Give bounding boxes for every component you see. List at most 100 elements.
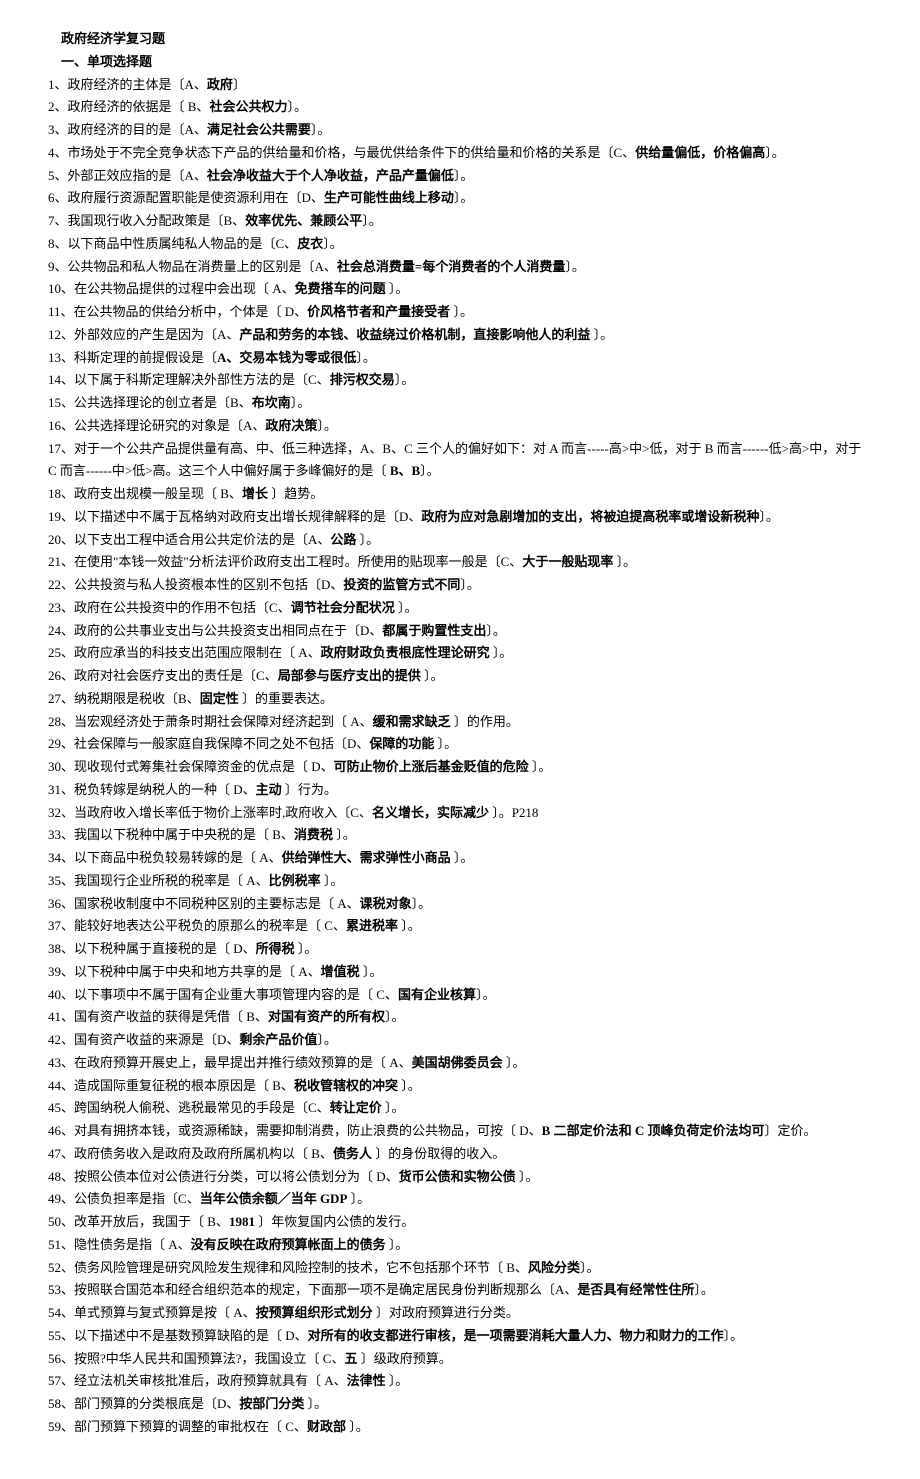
question-posttext: 〕。 <box>490 645 513 660</box>
question-posttext: 〕。 <box>317 418 337 433</box>
question-answer: 公路 <box>330 532 356 547</box>
question-answer: 政府 <box>207 77 233 92</box>
question-pretext: 以下商品中税负较易转嫁的是〔 A、 <box>74 850 282 865</box>
question-pretext: 公债负担率是指〔C、 <box>74 1191 200 1206</box>
question-pretext: 现收现付式筹集社会保障资金的优点是〔 D、 <box>74 759 334 774</box>
question-posttext: 〕。 <box>386 1373 409 1388</box>
question-item: 42、国有资产收益的来源是〔D、剩余产品价值〕。 <box>48 1029 872 1052</box>
question-answer: 社会公共权力 <box>209 99 287 114</box>
question-number: 23、 <box>48 600 74 615</box>
question-pretext: 公共选择理论研究的对象是〔A、 <box>74 418 265 433</box>
question-posttext: 〕。 <box>386 1237 409 1252</box>
question-item: 13、科斯定理的前提假设是〔A、交易本钱为零或很低〕。 <box>48 347 872 370</box>
question-item: 34、以下商品中税负较易转嫁的是〔 A、供给弹性大、需求弹性小商品 〕。 <box>48 847 872 870</box>
question-pretext: 能较好地表达公平税负的原那么的税率是〔 C、 <box>74 918 346 933</box>
question-posttext: 〕。 <box>395 600 418 615</box>
question-posttext: 〕。 <box>317 1032 337 1047</box>
question-pretext: 在公共物品的供给分析中，个体是〔 D、 <box>74 304 308 319</box>
question-number: 43、 <box>48 1055 74 1070</box>
question-answer: 政府为应对急剧增加的支出，将被迫提高税率或增设新税种 <box>421 509 759 524</box>
question-answer: 债务人 <box>333 1146 372 1161</box>
question-number: 22、 <box>48 577 74 592</box>
question-item: 14、以下属于科斯定理解决外部性方法的是〔C、排污权交易〕。 <box>48 369 872 392</box>
question-posttext: 〕。 <box>291 395 311 410</box>
question-number: 56、 <box>48 1351 74 1366</box>
question-number: 21、 <box>48 554 74 569</box>
question-posttext: 〕。 <box>565 259 585 274</box>
question-item: 7、我国现行收入分配政策是〔B、效率优先、兼顾公平〕。 <box>48 210 872 233</box>
question-answer: 是否具有经常性住所 <box>577 1282 694 1297</box>
question-answer: 美国胡佛委员会 <box>412 1055 503 1070</box>
question-item: 18、政府支出规模一般呈现〔 B、增长 〕趋势。 <box>48 483 872 506</box>
question-answer: 社会总消费量=每个消费者的个人消费量 <box>337 259 565 274</box>
question-answer: 满足社会公共需要 <box>207 122 311 137</box>
question-item: 23、政府在公共投资中的作用不包括〔C、调节社会分配状况 〕。 <box>48 597 872 620</box>
question-posttext: 〕。 <box>321 873 344 888</box>
question-number: 31、 <box>48 782 74 797</box>
question-item: 41、国有资产收益的获得是凭借〔 B、对国有资产的所有权〕。 <box>48 1006 872 1029</box>
question-item: 2、政府经济的依据是〔 B、社会公共权力〕。 <box>48 96 872 119</box>
question-answer: 增值税 <box>321 964 360 979</box>
question-answer: 局部参与医疗支出的提供 <box>278 668 421 683</box>
question-posttext: 〕。 <box>454 190 474 205</box>
question-number: 46、 <box>48 1123 74 1138</box>
question-posttext: 〕的作用。 <box>451 714 519 729</box>
question-pretext: 政府经济的主体是〔A、 <box>68 77 207 92</box>
question-posttext: 〕。 <box>590 327 613 342</box>
question-item: 50、改革开放后，我国于〔 B、1981 〕年恢复国内公债的发行。 <box>48 1211 872 1234</box>
question-pretext: 政府对社会医疗支出的责任是〔C、 <box>74 668 278 683</box>
question-item: 45、跨国纳税人偷税、逃税最常见的手段是〔C、转让定价 〕。 <box>48 1097 872 1120</box>
question-answer: 社会净收益大于个人净收益，产品产量偏低 <box>207 168 454 183</box>
question-answer: 都属于购置性支出 <box>382 623 486 638</box>
question-pretext: 政府债务收入是政府及政府所属机构以〔 B、 <box>74 1146 333 1161</box>
question-answer: 五 <box>344 1351 357 1366</box>
question-item: 5、外部正效应指的是〔A、社会净收益大于个人净收益，产品产量偏低〕。 <box>48 165 872 188</box>
question-pretext: 政府履行资源配置职能是使资源利用在〔D、 <box>68 190 324 205</box>
question-number: 51、 <box>48 1237 74 1252</box>
question-pretext: 隐性债务是指〔 A、 <box>74 1237 191 1252</box>
question-answer: 名义增长，实际减少 <box>372 805 489 820</box>
question-answer: 风险分类 <box>528 1260 580 1275</box>
question-number: 47、 <box>48 1146 74 1161</box>
question-answer: 缓和需求缺乏 <box>373 714 451 729</box>
question-item: 19、以下描述中不属于瓦格纳对政府支出增长规律解释的是〔D、政府为应对急剧增加的… <box>48 506 872 529</box>
question-posttext: 〕。 <box>295 941 318 956</box>
question-answer: 货币公债和实物公债 <box>399 1169 516 1184</box>
question-pretext: 当政府收入增长率低于物价上涨率时,政府收入〔C、 <box>74 805 372 820</box>
question-posttext: 〕。 <box>580 1260 600 1275</box>
question-answer: 供给弹性大、需求弹性小商品 <box>282 850 451 865</box>
question-number: 33、 <box>48 827 74 842</box>
question-item: 28、当宏观经济处于萧条时期社会保障对经济起到〔 A、缓和需求缺乏 〕的作用。 <box>48 711 872 734</box>
question-number: 18、 <box>48 486 74 501</box>
question-answer: 转让定价 <box>330 1100 382 1115</box>
question-item: 43、在政府预算开展史上，最早提出并推行绩效预算的是〔 A、美国胡佛委员会 〕。 <box>48 1052 872 1075</box>
question-number: 42、 <box>48 1032 74 1047</box>
question-posttext: 〕。 <box>385 1009 405 1024</box>
question-pretext: 政府经济的目的是〔A、 <box>68 122 207 137</box>
question-number: 27、 <box>48 691 74 706</box>
question-posttext: 〕。 <box>724 1328 744 1343</box>
question-posttext: 〕。 <box>398 918 421 933</box>
question-posttext: 〕。 <box>516 1169 539 1184</box>
question-number: 8、 <box>48 236 68 251</box>
question-number: 44、 <box>48 1078 74 1093</box>
question-answer: 效率优先、兼顾公平 <box>245 213 362 228</box>
question-item: 24、政府的公共事业支出与公共投资支出相同点在于〔D、都属于购置性支出〕。 <box>48 620 872 643</box>
question-posttext: 〕。 <box>434 736 457 751</box>
question-posttext: 〕定价。 <box>764 1123 816 1138</box>
question-item: 38、以下税种属于直接税的是〔 D、所得税 〕。 <box>48 938 872 961</box>
question-item: 57、经立法机关审核批准后，政府预算就具有〔 A、法律性 〕。 <box>48 1370 872 1393</box>
question-pretext: 以下描述中不属于瓦格纳对政府支出增长规律解释的是〔D、 <box>74 509 421 524</box>
question-answer: 投资的监管方式不同 <box>343 577 460 592</box>
question-posttext: 〕 <box>233 77 246 92</box>
question-answer: 皮衣 <box>297 236 323 251</box>
question-number: 25、 <box>48 645 74 660</box>
question-number: 2、 <box>48 99 68 114</box>
question-posttext: 〕。 <box>412 896 432 911</box>
question-answer: 调节社会分配状况 <box>291 600 395 615</box>
question-item: 49、公债负担率是指〔C、当年公债余额／当年 GDP 〕。 <box>48 1188 872 1211</box>
question-item: 4、市场处于不完全竞争状态下产品的供给量和价格，与最优供给条件下的供给量和价格的… <box>48 142 872 165</box>
question-item: 25、政府应承当的科技支出范围应限制在〔 A、政府财政负责根底性理论研究 〕。 <box>48 642 872 665</box>
question-item: 17、对于一个公共产品提供量有高、中、低三种选择，A、B、C 三个人的偏好如下：… <box>48 438 872 484</box>
question-answer: 剩余产品价值 <box>239 1032 317 1047</box>
